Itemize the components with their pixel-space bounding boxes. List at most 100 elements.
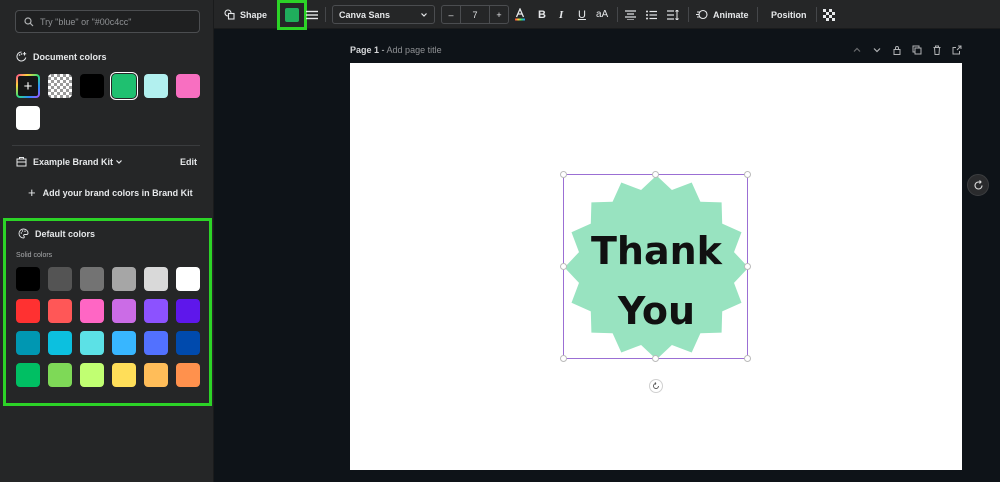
- default-color-swatch[interactable]: [176, 331, 200, 355]
- transparent-swatch[interactable]: [48, 74, 72, 98]
- default-color-swatch[interactable]: [144, 331, 168, 355]
- animate-label: Animate: [713, 9, 749, 20]
- text-color-icon: [515, 8, 525, 21]
- align-center-button[interactable]: [625, 0, 636, 29]
- trash-icon[interactable]: [932, 45, 942, 55]
- add-brand-colors-button[interactable]: + Add your brand colors in Brand Kit: [28, 185, 193, 200]
- animate-icon: [696, 9, 708, 20]
- default-color-swatch[interactable]: [176, 363, 200, 387]
- animate-button[interactable]: Animate: [696, 0, 749, 29]
- editor-toolbar: Shape Canva Sans – 7 + B I U aA Animate …: [214, 0, 1000, 30]
- resize-handle-n[interactable]: [652, 171, 659, 178]
- document-color-swatch[interactable]: [110, 72, 138, 100]
- default-color-swatch[interactable]: [16, 267, 40, 291]
- default-color-swatch[interactable]: [16, 331, 40, 355]
- default-color-swatch[interactable]: [48, 299, 72, 323]
- italic-button[interactable]: I: [559, 0, 563, 29]
- lock-icon[interactable]: [892, 45, 902, 55]
- chevron-down-icon: [116, 159, 122, 164]
- default-color-swatch[interactable]: [48, 331, 72, 355]
- resize-handle-nw[interactable]: [560, 171, 567, 178]
- shape-text[interactable]: Thank You: [564, 221, 749, 341]
- color-search[interactable]: [15, 10, 200, 33]
- add-brand-colors-label: Add your brand colors in Brand Kit: [42, 187, 193, 198]
- resize-handle-sw[interactable]: [560, 355, 567, 362]
- bullet-list-icon: [646, 10, 657, 19]
- brand-kit-title: Example Brand Kit: [33, 156, 114, 167]
- default-color-swatch[interactable]: [112, 267, 136, 291]
- default-color-swatch[interactable]: [144, 299, 168, 323]
- refresh-button[interactable]: [967, 174, 989, 196]
- shape-icon: [224, 9, 235, 20]
- design-page[interactable]: Thank You: [350, 63, 962, 470]
- font-size-increase[interactable]: +: [490, 10, 508, 20]
- line-spacing-icon: [667, 9, 679, 20]
- search-icon: [24, 16, 34, 26]
- color-search-input[interactable]: [40, 16, 190, 27]
- current-color-swatch: [285, 8, 299, 22]
- document-color-swatch[interactable]: [144, 74, 168, 98]
- resize-handle-se[interactable]: [744, 355, 751, 362]
- bullet-list-button[interactable]: [646, 0, 657, 29]
- spacing-button[interactable]: [667, 0, 679, 29]
- refresh-icon: [973, 179, 983, 190]
- resize-handle-s[interactable]: [652, 355, 659, 362]
- text-color-button[interactable]: [514, 0, 526, 29]
- share-icon[interactable]: [952, 45, 962, 55]
- shape-color-button[interactable]: [277, 0, 307, 30]
- resize-handle-ne[interactable]: [744, 171, 751, 178]
- default-color-swatch[interactable]: [80, 331, 104, 355]
- bold-button[interactable]: B: [538, 0, 546, 29]
- duplicate-icon[interactable]: [912, 45, 922, 55]
- default-color-swatch[interactable]: [112, 331, 136, 355]
- underline-button[interactable]: U: [578, 0, 586, 29]
- add-color-button[interactable]: +: [16, 74, 40, 98]
- plus-icon: +: [28, 185, 36, 200]
- font-size-decrease[interactable]: –: [442, 10, 460, 20]
- resize-handle-w[interactable]: [560, 263, 567, 270]
- rotate-icon: [653, 382, 659, 389]
- brand-kit-icon: [16, 157, 27, 167]
- resize-handle-e[interactable]: [744, 263, 751, 270]
- document-color-swatch[interactable]: [80, 74, 104, 98]
- page-number-label: Page 1: [350, 45, 380, 55]
- document-colors-title: Document colors: [33, 51, 107, 62]
- transparency-button[interactable]: [823, 0, 835, 29]
- shape-text-line1: Thank: [591, 229, 722, 273]
- shape-button[interactable]: Shape: [224, 0, 267, 29]
- font-family-select[interactable]: Canva Sans: [332, 5, 435, 24]
- page-header: Page 1 - Add page title: [350, 45, 962, 59]
- default-color-swatch[interactable]: [112, 363, 136, 387]
- default-color-swatch[interactable]: [176, 267, 200, 291]
- border-lines-icon: [306, 10, 318, 19]
- default-color-swatch[interactable]: [48, 363, 72, 387]
- default-color-swatch[interactable]: [80, 363, 104, 387]
- default-color-swatch[interactable]: [176, 299, 200, 323]
- page-title-input[interactable]: Add page title: [387, 45, 442, 55]
- brand-kit-edit-link[interactable]: Edit: [180, 157, 197, 167]
- chevron-down-icon[interactable]: [872, 45, 882, 55]
- default-color-swatch[interactable]: [144, 363, 168, 387]
- letter-case-button[interactable]: aA: [596, 0, 608, 29]
- default-color-swatch[interactable]: [80, 299, 104, 323]
- document-color-swatch[interactable]: [176, 74, 200, 98]
- default-color-swatch[interactable]: [80, 267, 104, 291]
- document-color-swatch[interactable]: [16, 106, 40, 130]
- border-style-button[interactable]: [306, 0, 318, 29]
- position-button[interactable]: Position: [771, 0, 807, 29]
- default-color-swatch[interactable]: [112, 299, 136, 323]
- default-color-swatch[interactable]: [144, 267, 168, 291]
- default-color-swatch[interactable]: [48, 267, 72, 291]
- font-size-stepper[interactable]: – 7 +: [441, 5, 509, 24]
- default-color-swatch[interactable]: [16, 363, 40, 387]
- font-size-value[interactable]: 7: [460, 6, 490, 23]
- chevron-up-icon[interactable]: [852, 45, 862, 55]
- selected-shape[interactable]: Thank You: [560, 171, 751, 362]
- brand-kit-selector[interactable]: Example Brand Kit: [16, 156, 123, 167]
- shape-text-line2: You: [617, 289, 696, 333]
- rotate-handle[interactable]: [649, 379, 663, 393]
- default-color-swatch[interactable]: [16, 299, 40, 323]
- transparency-icon: [823, 8, 835, 21]
- default-colors-title: Default colors: [35, 228, 96, 239]
- font-family-value: Canva Sans: [339, 9, 391, 20]
